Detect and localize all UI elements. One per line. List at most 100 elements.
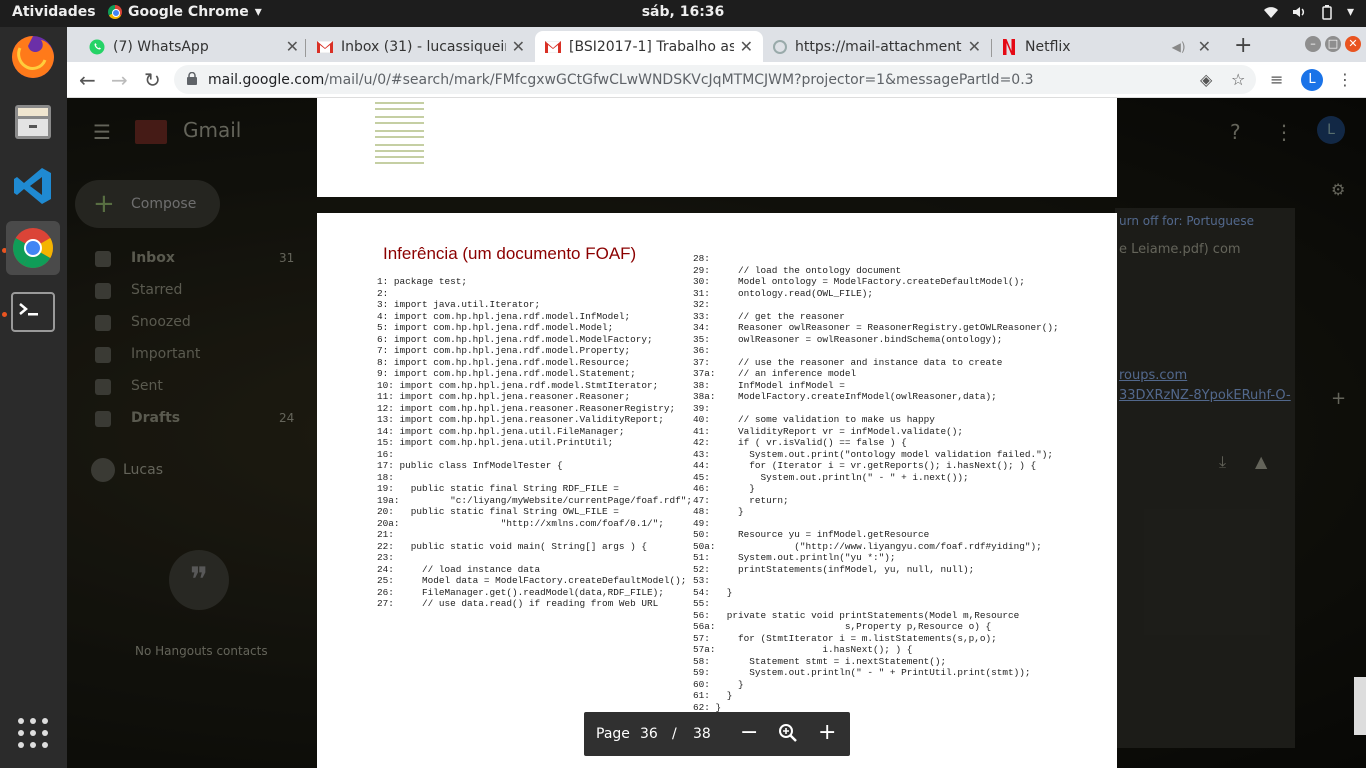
code-line: 37: // use the reasoner and instance dat… xyxy=(693,356,1003,368)
terminal-launcher[interactable] xyxy=(6,285,60,339)
code-line: 16: xyxy=(377,448,394,460)
code-line: 38a: ModelFactory.createInfModel(owlReas… xyxy=(693,391,997,402)
url-host: mail.google.com xyxy=(208,71,325,88)
system-tray[interactable]: ▾ xyxy=(1263,4,1354,24)
code-line: 61: } xyxy=(693,690,733,701)
files-launcher[interactable] xyxy=(6,95,60,149)
current-page-input[interactable]: 36 xyxy=(640,726,658,742)
code-line: 59: System.out.println(" - " + PrintUtil… xyxy=(693,667,1031,678)
chrome-toolbar: ← → ↻ mail.google.com/mail/u/0/#search/m… xyxy=(67,62,1366,98)
url-path: /mail/u/0/#search/mark/FMfcgxwGCtGfwCLwW… xyxy=(324,71,1034,88)
code-line: 23: xyxy=(377,552,394,563)
app-grid-icon xyxy=(18,718,48,748)
close-icon[interactable]: ✕ xyxy=(740,37,753,56)
code-line: 39: xyxy=(693,402,710,414)
close-icon[interactable]: ✕ xyxy=(286,37,299,56)
tab-title: (7) WhatsApp xyxy=(113,38,209,55)
chrome-launcher[interactable] xyxy=(6,221,60,275)
lock-icon xyxy=(187,72,197,85)
activities-button[interactable]: Atividades xyxy=(12,4,96,20)
scrollbar-thumb[interactable] xyxy=(1354,677,1366,735)
tab-divider xyxy=(991,39,992,57)
firefox-launcher[interactable] xyxy=(6,30,60,84)
close-window-button[interactable]: ✕ xyxy=(1345,36,1361,52)
close-icon[interactable]: ✕ xyxy=(968,37,981,56)
code-line: 40: // some validation to make us happy xyxy=(693,414,935,425)
zoom-out-button[interactable]: − xyxy=(740,720,758,746)
code-line: 49: xyxy=(693,517,710,529)
code-listing-right: 28: 29: // load the ontology document 30: … xyxy=(693,253,1059,713)
code-line: 2: xyxy=(377,287,389,299)
code-line: 10: import com.hp.hpl.jena.rdf.model.Stm… xyxy=(377,379,659,391)
code-line: 34: Reasoner owlReasoner = ReasonerRegis… xyxy=(693,322,1059,333)
media-control-icon[interactable]: ≡ xyxy=(1270,70,1283,89)
zoom-in-button[interactable]: + xyxy=(818,720,836,746)
code-line: 15: import com.hp.hpl.jena.util.PrintUti… xyxy=(377,437,614,448)
tab-title: Inbox (31) - lucassiqueira xyxy=(341,38,506,55)
code-line: 25: Model data = ModelFactory.createDefa… xyxy=(377,575,687,586)
loading-icon xyxy=(773,39,787,54)
tab-bsi-email[interactable]: [BSI2017-1] Trabalho ass ✕ xyxy=(535,31,763,62)
code-line: 42: if ( vr.isValid() == false ) { xyxy=(693,437,907,448)
total-pages: 38 xyxy=(693,726,711,742)
bookmark-star-icon[interactable]: ☆ xyxy=(1231,70,1245,89)
terminal-icon xyxy=(11,292,55,332)
reload-button[interactable]: ↻ xyxy=(144,68,161,92)
code-line: 36: xyxy=(693,345,710,356)
tab-inbox[interactable]: Inbox (31) - lucassiqueira ✕ xyxy=(307,31,535,62)
forward-button[interactable]: → xyxy=(111,68,128,92)
tab-netflix[interactable]: Netflix ◀) ✕ xyxy=(993,31,1221,62)
zoom-icon[interactable] xyxy=(778,720,798,750)
more-menu-icon[interactable]: ⋮ xyxy=(1337,70,1353,89)
code-line: 33: // get the reasoner xyxy=(693,310,845,322)
code-line: 50: Resource yu = infModel.getResource xyxy=(693,529,930,540)
whatsapp-icon xyxy=(89,39,105,54)
code-line: 60: } xyxy=(693,678,744,690)
close-icon[interactable]: ✕ xyxy=(1198,37,1211,56)
code-line: 52: printStatements(infModel, yu, null, … xyxy=(693,563,975,575)
code-line: 35: owlReasoner = owlReasoner.bindSchema… xyxy=(693,333,1003,345)
code-line: 31: ontology.read(OWL_FILE); xyxy=(693,287,874,299)
code-line: 11: import com.hp.hpl.jena.reasoner.Reas… xyxy=(377,391,631,402)
app-menu[interactable]: Google Chrome ▾ xyxy=(108,4,262,20)
code-line: 30: Model ontology = ModelFactory.create… xyxy=(693,276,1025,287)
code-line: 4: import com.hp.hpl.jena.rdf.model.InfM… xyxy=(377,310,631,322)
battery-icon xyxy=(1319,4,1335,24)
code-line: 20a: "http://xmlns.com/foaf/0.1/"; xyxy=(377,517,664,529)
tab-mail-attachment[interactable]: https://mail-attachment ✕ xyxy=(763,31,991,62)
minimize-button[interactable]: – xyxy=(1305,36,1321,52)
extension-icon[interactable]: ◈ xyxy=(1200,70,1212,89)
chrome-icon xyxy=(108,5,122,19)
close-icon[interactable]: ✕ xyxy=(512,37,525,56)
code-line: 58: Statement stmt = i.nextStatement(); xyxy=(693,655,947,667)
new-tab-button[interactable]: + xyxy=(1234,33,1252,58)
code-line: 3: import java.util.Iterator; xyxy=(377,299,541,310)
tab-whatsapp[interactable]: (7) WhatsApp ✕ xyxy=(79,31,309,62)
code-line: 55: xyxy=(693,598,710,609)
muted-speaker-icon[interactable]: ◀) xyxy=(1172,40,1186,54)
firefox-icon xyxy=(12,36,54,78)
chrome-icon xyxy=(13,228,53,268)
code-line: 28: xyxy=(693,253,710,264)
vscode-launcher[interactable] xyxy=(6,159,60,213)
address-bar[interactable]: mail.google.com/mail/u/0/#search/mark/FM… xyxy=(174,65,1256,94)
tab-title: [BSI2017-1] Trabalho ass xyxy=(569,38,734,55)
pdf-page-previous xyxy=(317,98,1117,197)
back-button[interactable]: ← xyxy=(79,68,96,92)
show-applications-button[interactable] xyxy=(6,706,60,760)
code-line: 46: } xyxy=(693,483,755,494)
slide-stripe xyxy=(375,116,424,118)
wifi-icon xyxy=(1263,4,1279,24)
code-line: 12: import com.hp.hpl.jena.reasoner.Reas… xyxy=(377,402,676,414)
profile-avatar[interactable]: L xyxy=(1301,69,1323,91)
slide-stripe xyxy=(375,136,424,138)
page-separator: / xyxy=(672,726,677,742)
clock[interactable]: sáb, 16:36 xyxy=(642,4,725,20)
code-line: 7: import com.hp.hpl.jena.rdf.model.Prop… xyxy=(377,345,631,356)
slide-stripe xyxy=(375,130,424,132)
tab-title: Netflix xyxy=(1025,38,1071,55)
slide-stripe xyxy=(375,108,424,110)
app-menu-label: Google Chrome xyxy=(128,4,249,20)
maximize-button[interactable]: □ xyxy=(1325,36,1341,52)
code-line: 47: return; xyxy=(693,494,789,506)
